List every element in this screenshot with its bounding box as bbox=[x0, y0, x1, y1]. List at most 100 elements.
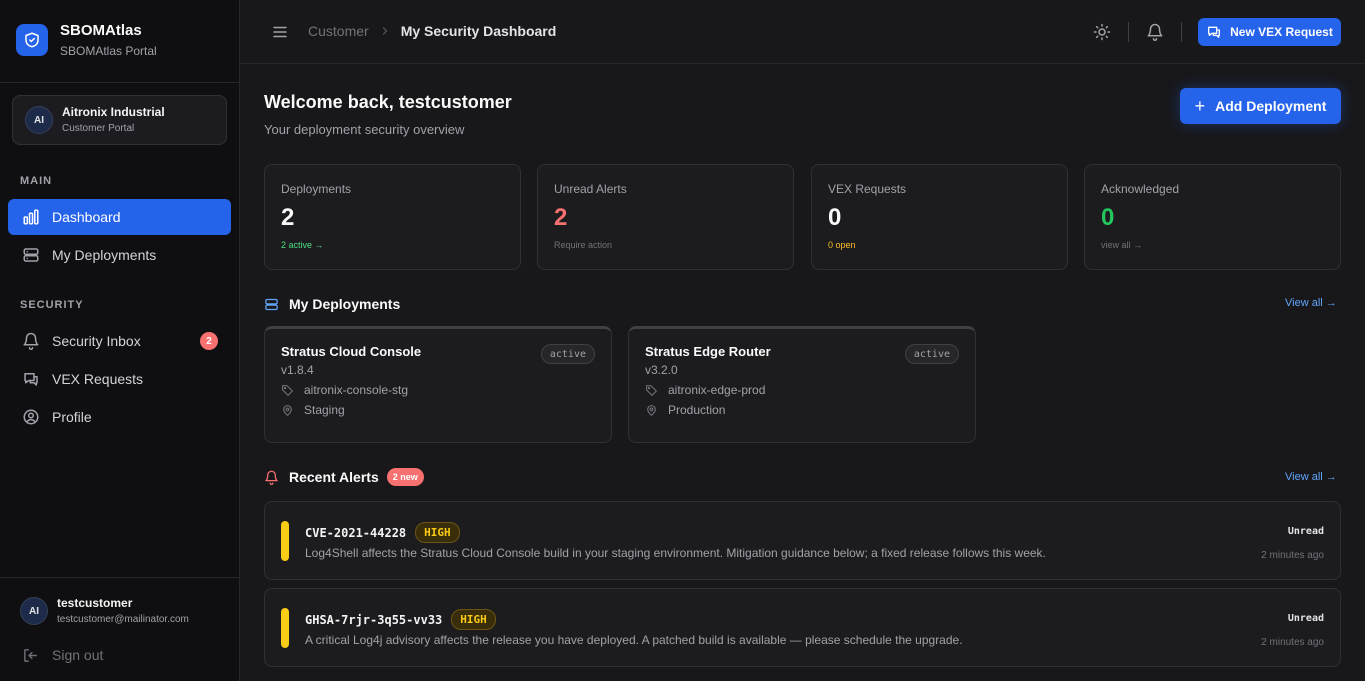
stat-label: VEX Requests bbox=[828, 182, 907, 196]
sidebar-item-dashboard[interactable]: Dashboard bbox=[8, 199, 231, 235]
stat-label: Deployments bbox=[281, 182, 352, 196]
sidebar-divider bbox=[0, 577, 240, 578]
new-vex-request-button[interactable]: New VEX Request bbox=[1198, 18, 1341, 46]
header-divider bbox=[1128, 22, 1129, 42]
header-divider bbox=[1181, 22, 1182, 42]
sidebar-item-label: Profile bbox=[52, 409, 92, 425]
stat-card-unread-alerts[interactable]: Unread Alerts 2 Require action bbox=[537, 164, 794, 270]
stat-footnote: 0 open bbox=[828, 240, 856, 250]
deployment-env-row: Production bbox=[645, 403, 959, 417]
breadcrumb-current: My Security Dashboard bbox=[400, 23, 557, 39]
user-circle-icon bbox=[22, 408, 40, 426]
tag-icon bbox=[645, 384, 668, 397]
location-pin-icon bbox=[281, 404, 304, 417]
stat-value: 0 bbox=[1101, 204, 1115, 231]
chat-icon bbox=[22, 370, 40, 388]
shield-logo-icon bbox=[16, 24, 48, 56]
brand-name: SBOMAtlas bbox=[60, 21, 142, 39]
deployment-environment: Production bbox=[668, 403, 726, 417]
deployment-tag: aitronix-edge-prod bbox=[668, 383, 766, 397]
location-pin-icon bbox=[645, 404, 668, 417]
deployment-card[interactable]: Stratus Edge Router v3.2.0 active aitron… bbox=[628, 326, 976, 443]
add-deployment-button[interactable]: + Add Deployment bbox=[1180, 88, 1341, 124]
deployment-tag-row: aitronix-console-stg bbox=[281, 383, 595, 397]
stat-footnote[interactable]: view all → bbox=[1101, 240, 1324, 250]
top-header: Customer My Security Dashboard New VEX R… bbox=[240, 0, 1365, 64]
stat-label: Acknowledged bbox=[1101, 182, 1180, 196]
alert-id: CVE-2021-44228 bbox=[305, 525, 407, 540]
deployment-tag: aitronix-console-stg bbox=[304, 383, 409, 397]
sidebar-item-label: Dashboard bbox=[52, 209, 121, 225]
deployment-card[interactable]: Stratus Cloud Console v1.8.4 active aitr… bbox=[264, 326, 612, 443]
unread-count-badge: 2 bbox=[200, 332, 218, 350]
deployment-tag-row: aitronix-edge-prod bbox=[645, 383, 959, 397]
user-account[interactable]: AI testcustomer testcustomer@mailinator.… bbox=[20, 596, 189, 626]
stat-footnote: Require action bbox=[554, 240, 613, 250]
severity-indicator bbox=[281, 608, 289, 648]
alert-read-state: Unread bbox=[1287, 526, 1324, 537]
sidebar-item-label: Security Inbox bbox=[52, 333, 141, 349]
menu-toggle-icon[interactable] bbox=[271, 23, 289, 41]
brand[interactable]: SBOMAtlas SBOMAtlas Portal bbox=[16, 20, 157, 60]
bar-chart-icon bbox=[22, 208, 40, 226]
alert-description: Log4Shell affects the Stratus Cloud Cons… bbox=[305, 546, 1046, 560]
org-avatar: AI bbox=[25, 106, 53, 134]
breadcrumb: Customer My Security Dashboard bbox=[308, 23, 556, 39]
alert-timestamp: 2 minutes ago bbox=[1261, 550, 1324, 561]
bell-icon bbox=[22, 332, 40, 350]
chat-icon bbox=[1206, 24, 1230, 40]
alerts-section-heading: Recent Alerts 2 new bbox=[264, 468, 424, 486]
org-switcher[interactable]: AI Aitronix Industrial Customer Portal bbox=[12, 95, 227, 145]
sidebar-item-security-inbox[interactable]: Security Inbox 2 bbox=[8, 323, 231, 359]
org-name: Aitronix Industrial bbox=[62, 105, 165, 119]
new-alerts-badge: 2 new bbox=[386, 468, 424, 486]
bell-icon bbox=[264, 470, 289, 485]
page-title: Welcome back, testcustomer bbox=[264, 92, 512, 112]
stat-card-acknowledged[interactable]: Acknowledged 0 view all → bbox=[1084, 164, 1341, 270]
server-icon bbox=[264, 297, 289, 312]
sidebar-item-profile[interactable]: Profile bbox=[8, 399, 231, 435]
sidebar-item-label: VEX Requests bbox=[52, 371, 144, 387]
deployment-version: v3.2.0 bbox=[645, 363, 678, 377]
section-title: Recent Alerts bbox=[289, 469, 379, 485]
alert-description: A critical Log4j advisory affects the re… bbox=[305, 633, 963, 647]
theme-toggle-sun-icon[interactable] bbox=[1092, 22, 1112, 42]
alert-read-state: Unread bbox=[1287, 613, 1324, 624]
alert-header: CVE-2021-44228 HIGH bbox=[305, 522, 460, 543]
notifications-bell-icon[interactable] bbox=[1145, 22, 1165, 42]
sidebar-item-vex-requests[interactable]: VEX Requests bbox=[8, 361, 231, 397]
new-vex-request-label: New VEX Request bbox=[1230, 25, 1333, 39]
stat-value: 0 bbox=[828, 204, 842, 231]
stat-label: Unread Alerts bbox=[554, 182, 627, 196]
sign-out-button[interactable]: Sign out bbox=[22, 645, 103, 665]
alert-id: GHSA-7rjr-3q55-vv33 bbox=[305, 612, 443, 627]
deployment-env-row: Staging bbox=[281, 403, 595, 417]
alert-timestamp: 2 minutes ago bbox=[1261, 637, 1324, 648]
alert-row[interactable]: CVE-2021-44228 HIGH Log4Shell affects th… bbox=[264, 501, 1341, 580]
status-badge: active bbox=[904, 344, 959, 364]
breadcrumb-parent[interactable]: Customer bbox=[308, 23, 369, 39]
stat-footnote[interactable]: 2 active → bbox=[281, 240, 504, 250]
add-deployment-label: Add Deployment bbox=[1215, 98, 1327, 114]
sidebar-item-deployments[interactable]: My Deployments bbox=[8, 237, 231, 273]
deployments-view-all-link[interactable]: View all → bbox=[1285, 297, 1337, 309]
alert-row[interactable]: GHSA-7rjr-3q55-vv33 HIGH A critical Log4… bbox=[264, 588, 1341, 667]
stat-card-vex-requests[interactable]: VEX Requests 0 0 open bbox=[811, 164, 1068, 270]
alerts-view-all-link[interactable]: View all → bbox=[1285, 471, 1337, 483]
stat-card-deployments[interactable]: Deployments 2 2 active → bbox=[264, 164, 521, 270]
alert-header: GHSA-7rjr-3q55-vv33 HIGH bbox=[305, 609, 496, 630]
deployments-section-heading: My Deployments bbox=[264, 296, 400, 312]
status-badge: active bbox=[540, 344, 595, 364]
deployment-environment: Staging bbox=[304, 403, 345, 417]
server-icon bbox=[22, 246, 40, 264]
plus-icon: + bbox=[1194, 96, 1206, 116]
brand-subtitle: SBOMAtlas Portal bbox=[60, 43, 157, 58]
sign-out-label: Sign out bbox=[52, 647, 104, 663]
stat-value: 2 bbox=[281, 204, 295, 231]
user-name: testcustomer bbox=[57, 596, 133, 610]
sidebar: SBOMAtlas SBOMAtlas Portal AI Aitronix I… bbox=[0, 0, 240, 681]
section-title: My Deployments bbox=[289, 296, 401, 312]
org-subtitle: Customer Portal bbox=[62, 123, 135, 134]
section-label-main: MAIN bbox=[20, 175, 53, 187]
tag-icon bbox=[281, 384, 304, 397]
